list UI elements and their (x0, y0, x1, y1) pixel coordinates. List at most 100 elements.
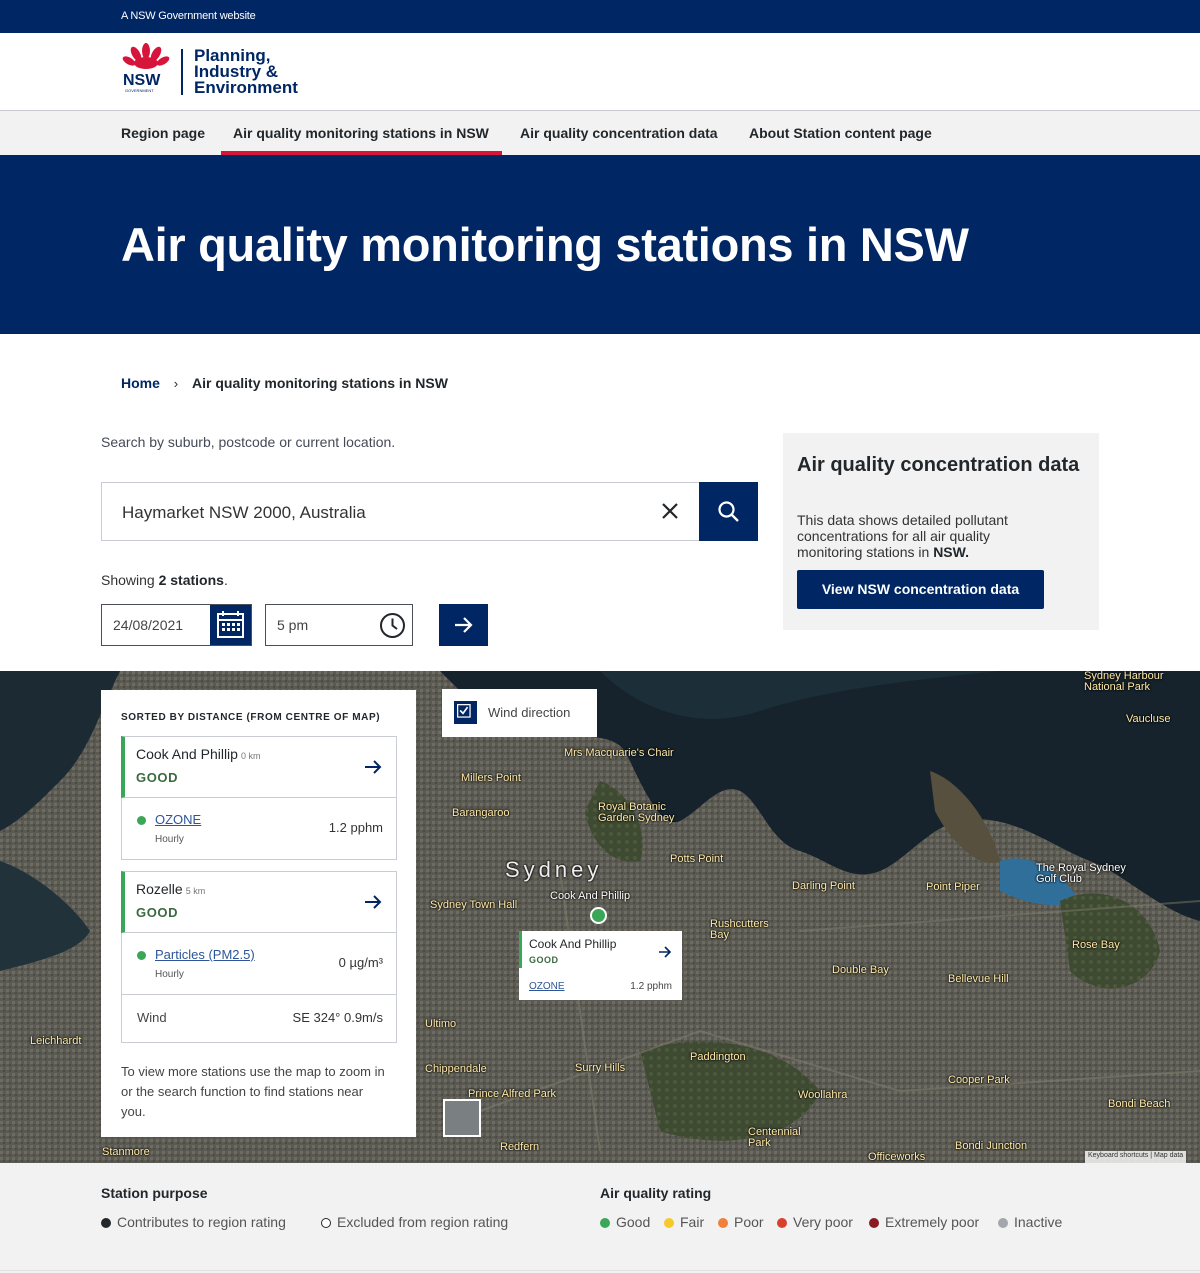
wind-value: SE 324° 0.9m/s (292, 1010, 383, 1025)
station-purpose-title: Station purpose (101, 1185, 208, 1201)
map-label-woollahra: Woollahra (798, 1089, 848, 1101)
map-label-cooper-park: Cooper Park (948, 1074, 1010, 1086)
poor-dot-icon (718, 1218, 728, 1228)
pollutant-value: 1.2 pphm (328, 820, 383, 835)
filled-dot-icon (101, 1218, 111, 1228)
svg-text:GOVERNMENT: GOVERNMENT (125, 88, 154, 93)
map-label-double-bay: Double Bay (832, 964, 889, 976)
good-dot-icon (600, 1218, 610, 1228)
map-label-point-piper: Point Piper (926, 881, 980, 893)
nav-about-station[interactable]: About Station content page (749, 111, 932, 155)
location-search-input[interactable]: Haymarket NSW 2000, Australia (101, 482, 699, 541)
search-button[interactable] (699, 482, 758, 541)
map-label-bondi-beach: Bondi Beach (1108, 1098, 1171, 1110)
svg-text:NSW: NSW (123, 72, 161, 89)
calendar-button[interactable] (210, 605, 251, 645)
date-value: 24/08/2021 (113, 617, 184, 633)
legend-very-poor: Very poor (777, 1214, 853, 1230)
pollutant-row: Particles (PM2.5) Hourly 0 µg/m³ (121, 933, 397, 995)
date-picker[interactable]: 24/08/2021 (101, 604, 252, 646)
chevron-right-icon: › (173, 376, 179, 391)
map-label-millers-point: Millers Point (461, 772, 521, 784)
breadcrumb-current: Air quality monitoring stations in NSW (192, 375, 448, 391)
pollutant-period: Hourly (155, 834, 184, 845)
station-name: Rozelle 5 km (136, 881, 205, 897)
legend-poor-label: Poor (734, 1214, 764, 1230)
clock-icon[interactable] (379, 612, 406, 639)
legend-good-label: Good (616, 1214, 651, 1230)
station-name: Cook And Phillip 0 km (136, 746, 260, 762)
rating-dot (137, 816, 146, 825)
legend-excluded-label: Excluded from region rating (337, 1214, 509, 1230)
popup-pollutant-link[interactable]: OZONE (529, 981, 565, 992)
fair-dot-icon (664, 1218, 674, 1228)
pollutant-link[interactable]: Particles (PM2.5) (155, 947, 255, 962)
view-concentration-data-button[interactable]: View NSW concentration data (797, 570, 1044, 609)
map-label-harbour-np: Sydney Harbour National Park (1084, 671, 1164, 693)
arrow-right-icon[interactable] (658, 946, 672, 958)
very-poor-dot-icon (777, 1218, 787, 1228)
arrow-right-icon[interactable] (364, 759, 382, 775)
rating-dot (137, 951, 146, 960)
legend-contributes: Contributes to region rating (101, 1214, 286, 1230)
map-help-note: To view more stations use the map to zoo… (121, 1064, 385, 1119)
inactive-dot-icon (998, 1218, 1008, 1228)
map-layer-toggle[interactable] (443, 1099, 481, 1137)
search-hint: Search by suburb, postcode or current lo… (101, 434, 396, 450)
map-label-stanmore: Stanmore (102, 1146, 150, 1158)
hero-banner: Air quality monitoring stations in NSW (0, 155, 1200, 334)
station-distance: 0 km (240, 751, 261, 761)
popup-header: Cook And Phillip GOOD (519, 931, 682, 968)
search-value: Haymarket NSW 2000, Australia (122, 503, 366, 522)
station-rating: GOOD (136, 770, 179, 785)
map-label-macquarie: Mrs Macquarie's Chair (564, 747, 674, 759)
popup-station-name: Cook And Phillip (529, 937, 617, 951)
legend-inactive: Inactive (998, 1214, 1062, 1230)
department-name[interactable]: Planning, Industry & Environment (194, 47, 298, 97)
station-distance: 5 km (185, 886, 206, 896)
nav-concentration-data[interactable]: Air quality concentration data (520, 111, 718, 155)
card-body-text: This data shows detailed pollutant conce… (797, 512, 1008, 560)
wind-direction-toggle[interactable]: Wind direction (442, 689, 597, 737)
station-marker[interactable] (590, 907, 607, 924)
department-line-3: Environment (194, 78, 298, 97)
map-label-paddington: Paddington (690, 1051, 746, 1063)
legend-extremely-poor-label: Extremely poor (885, 1214, 980, 1230)
main-nav: Region page Air quality monitoring stati… (0, 111, 1200, 155)
pollutant-link[interactable]: OZONE (155, 812, 201, 827)
station-popup[interactable]: Cook And Phillip GOOD OZONE 1.2 pphm (519, 931, 682, 1000)
station-card-rozelle[interactable]: Rozelle 5 km GOOD (121, 871, 397, 933)
government-masthead: A NSW Government website (0, 0, 1200, 33)
map-label-rose-bay: Rose Bay (1072, 939, 1120, 951)
map-attribution[interactable]: Keyboard shortcuts | Map data (1085, 1151, 1187, 1163)
concentration-data-card: Air quality concentration data This data… (783, 433, 1099, 630)
map-label-leichhardt: Leichhardt (30, 1035, 82, 1047)
map-legend: Station purpose Contributes to region ra… (0, 1163, 1200, 1273)
hollow-dot-icon (321, 1218, 331, 1228)
card-body: This data shows detailed pollutant conce… (797, 512, 1047, 560)
nav-region-page[interactable]: Region page (121, 111, 205, 155)
legend-contributes-label: Contributes to region rating (117, 1214, 286, 1230)
breadcrumb-home[interactable]: Home (121, 375, 160, 391)
legend-inactive-label: Inactive (1014, 1214, 1063, 1230)
map-label-botanic: Royal Botanic Garden Sydney (598, 801, 675, 824)
card-title: Air quality concentration data (797, 454, 1080, 476)
apply-datetime-button[interactable] (439, 604, 488, 646)
map-label-chippendale: Chippendale (425, 1063, 487, 1075)
arrow-right-icon[interactable] (364, 894, 382, 910)
masthead-text: A NSW Government website (121, 10, 256, 22)
map-label-bondi-junction: Bondi Junction (955, 1140, 1028, 1152)
close-icon[interactable] (658, 499, 682, 523)
map-label-cook: Cook And Phillip (550, 890, 631, 902)
station-card-cook-and-phillip[interactable]: Cook And Phillip 0 km GOOD (121, 736, 397, 798)
station-list-panel: SORTED BY DISTANCE (FROM CENTRE OF MAP) … (101, 690, 416, 1137)
sort-label: SORTED BY DISTANCE (FROM CENTRE OF MAP) (121, 712, 381, 723)
nav-monitoring-stations[interactable]: Air quality monitoring stations in NSW (221, 111, 502, 155)
nsw-waratah-logo[interactable]: NSW GOVERNMENT (122, 43, 170, 95)
station-rating: GOOD (136, 905, 179, 920)
wind-label: Wind (137, 1010, 167, 1025)
time-picker[interactable]: 5 pm (265, 604, 413, 646)
showing-suffix: . (223, 572, 228, 588)
map-label-ultimo: Ultimo (425, 1018, 457, 1030)
checkbox-checked-icon[interactable] (454, 701, 477, 724)
